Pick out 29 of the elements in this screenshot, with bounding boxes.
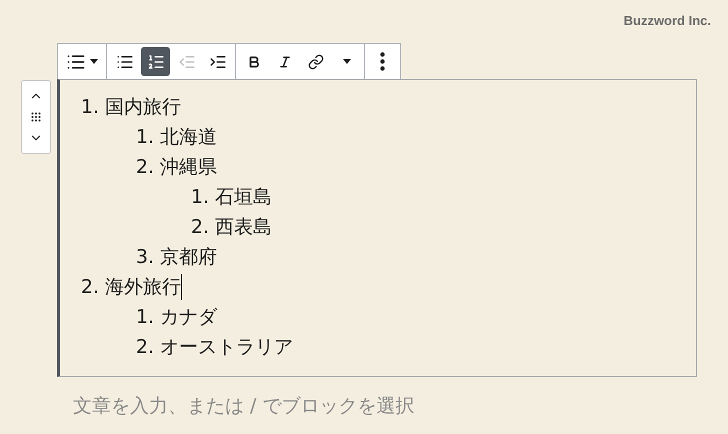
list-item-text: 海外旅行: [105, 274, 181, 300]
list-number: 1.: [80, 94, 99, 120]
link-icon: [308, 54, 324, 70]
list-item-text: 沖縄県: [160, 154, 217, 180]
ordered-button[interactable]: [141, 47, 170, 76]
list-item-text: カナダ: [160, 304, 217, 330]
list-item-text: 国内旅行: [105, 94, 181, 120]
list-number: 1.: [134, 304, 154, 330]
caret-icon: [90, 59, 98, 64]
list-number: 2.: [134, 334, 154, 360]
list-number: 2.: [134, 154, 154, 180]
more-options-icon: [380, 52, 385, 71]
list-number: 2.: [190, 214, 209, 240]
brand-name: Buzzword Inc.: [624, 12, 711, 30]
numbered-list-icon: [146, 52, 164, 70]
list-item-text: 石垣島: [215, 184, 272, 210]
list-number: 2.: [80, 274, 99, 300]
block-placeholder[interactable]: 文章を入力、または / でブロックを選択: [73, 392, 414, 420]
list-number: 1.: [190, 184, 209, 210]
list-number: 1.: [134, 124, 154, 150]
list-item-text: 北海道: [160, 124, 217, 150]
list-item-text: オーストラリア: [160, 334, 293, 360]
drag-handle-icon[interactable]: [30, 111, 42, 123]
list-number: 3.: [134, 244, 154, 270]
caret-icon: [342, 59, 350, 64]
bold-icon: [246, 54, 260, 68]
list-item-text: 西表島: [215, 214, 272, 240]
list-item-text: 京都府: [160, 244, 217, 270]
italic-icon: [278, 54, 292, 68]
